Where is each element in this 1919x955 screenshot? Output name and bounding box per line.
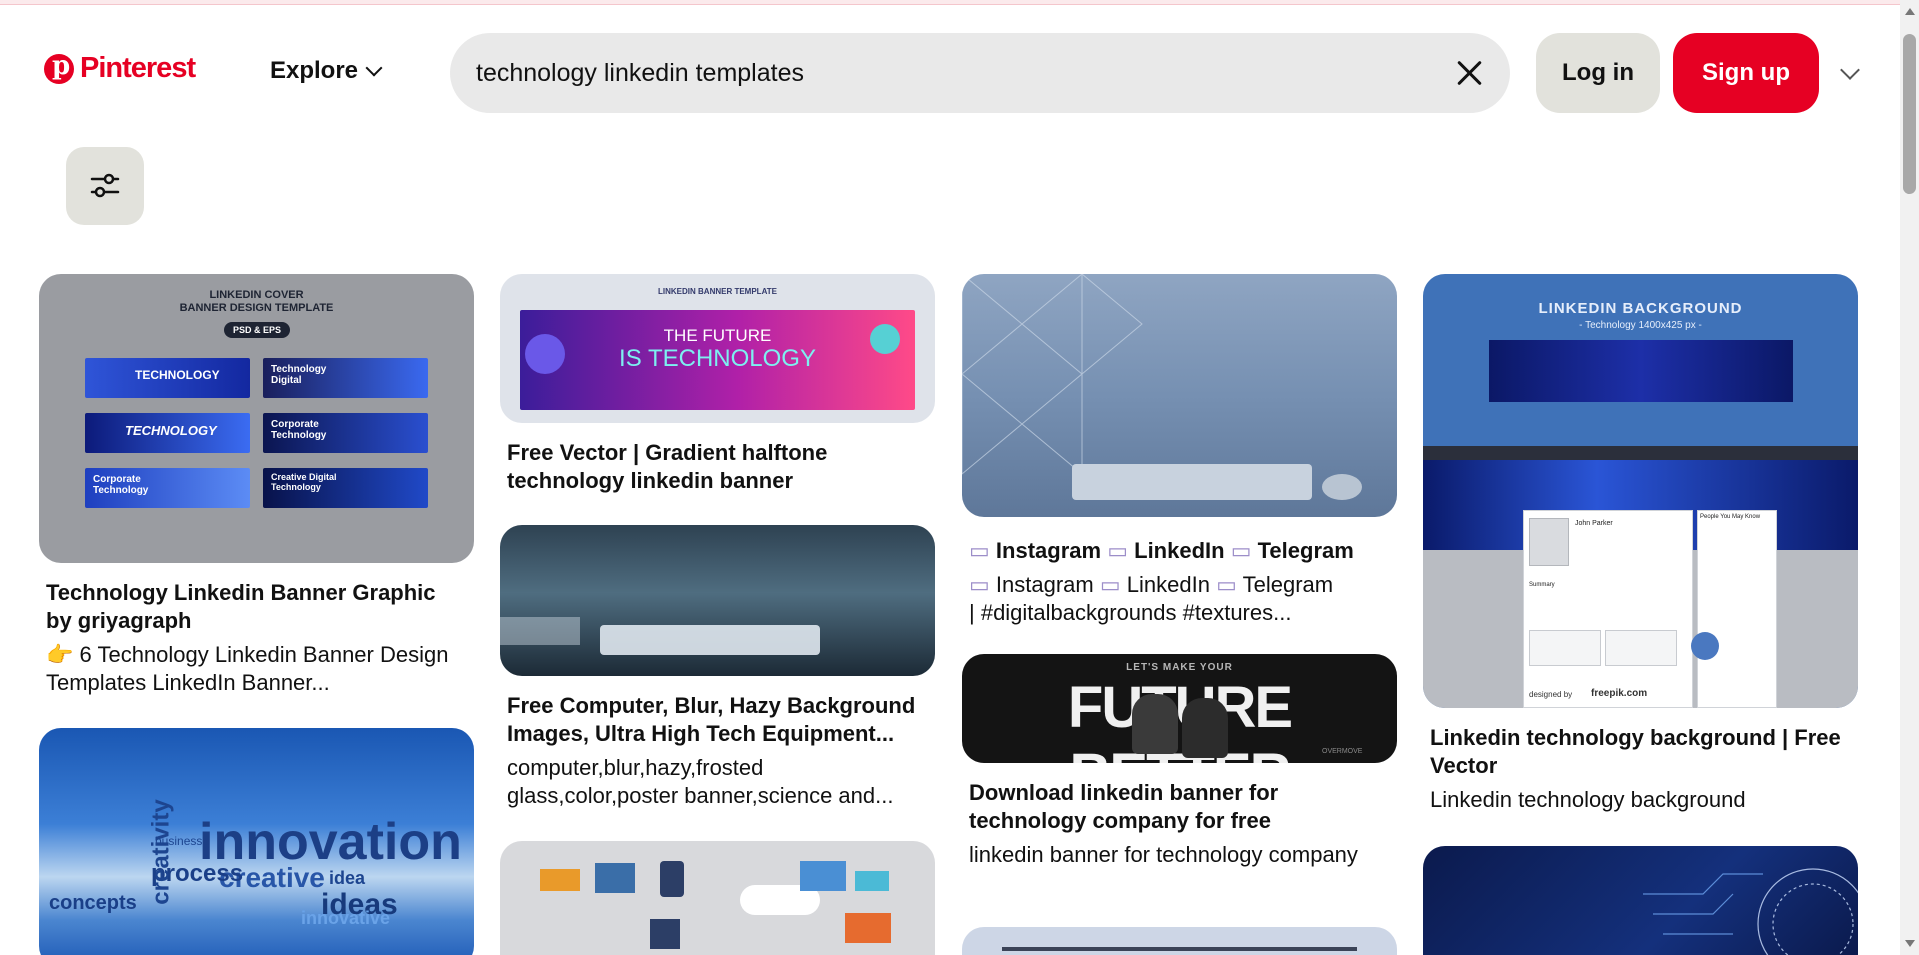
pin-title[interactable]: Free Vector | Gradient halftone technolo… [507, 439, 928, 495]
pin-card[interactable]: ▭ Instagram ▭ LinkedIn ▭ Telegram ▭ Inst… [962, 274, 1397, 627]
pin-title[interactable]: Download linkedin banner for technology … [969, 779, 1390, 835]
pin-description: computer,blur,hazy,frosted glass,color,p… [507, 754, 928, 810]
login-button[interactable]: Log in [1536, 33, 1660, 113]
pin-card[interactable] [962, 927, 1397, 955]
people-you-may-know: People You May Know [1700, 514, 1760, 520]
pin-card[interactable]: innovation creative ideas process concep… [39, 728, 474, 955]
pin-image[interactable] [500, 841, 935, 955]
pinterest-logo-icon [44, 54, 74, 84]
image-credit-brand: freepik.com [1591, 688, 1647, 699]
channel-telegram: Telegram [1258, 538, 1354, 563]
pin-card[interactable]: Free Computer, Blur, Hazy Background Ima… [500, 525, 935, 810]
image-heading: LINKEDIN BANNER TEMPLATE [500, 287, 935, 296]
pin-description: linkedin banner for technology company [969, 841, 1390, 869]
image-credit: designed by [1529, 690, 1572, 699]
brand-name: Pinterest [80, 52, 195, 85]
channel-instagram: Instagram [996, 572, 1094, 597]
pin-description: Linkedin technology background [1430, 786, 1851, 814]
image-line-2: IS TECHNOLOGY [500, 345, 935, 373]
image-small-text: LET'S MAKE YOUR [962, 662, 1397, 673]
pin-title[interactable]: Technology Linkedin Banner Graphic by gr… [46, 579, 467, 635]
image-subheading: - Technology 1400x425 px - [1423, 320, 1858, 331]
word-cloud-word: innovative [301, 908, 390, 929]
pinterest-logo[interactable]: Pinterest [44, 52, 195, 85]
pin-title[interactable]: Free Computer, Blur, Hazy Background Ima… [507, 692, 928, 748]
filter-sliders-icon [90, 173, 120, 199]
hashtags: | #digitalbackgrounds #textures... [969, 599, 1390, 627]
banner-label: Corporate Technology [271, 419, 351, 441]
banner-label: TECHNOLOGY [125, 423, 217, 438]
banner-label: Creative Digital Technology [271, 472, 351, 492]
pin-title-rich[interactable]: ▭ Instagram ▭ LinkedIn ▭ Telegram ▭ Inst… [969, 537, 1390, 627]
search-bar [450, 33, 1510, 113]
profile-summary: Summary [1529, 582, 1555, 588]
scrollbar[interactable] [1900, 0, 1919, 955]
signup-button[interactable]: Sign up [1673, 33, 1819, 113]
image-corner-text: OVERMOVE [1322, 748, 1362, 755]
scroll-up-arrow-icon[interactable] [1905, 8, 1915, 15]
word-cloud-word: concepts [49, 892, 137, 915]
word-cloud-word: idea [329, 868, 365, 889]
scrollbar-thumb[interactable] [1903, 34, 1916, 194]
channel-linkedin: LinkedIn [1134, 538, 1224, 563]
channel-linkedin: LinkedIn [1127, 572, 1210, 597]
filter-button[interactable] [66, 147, 144, 225]
explore-menu[interactable]: Explore [270, 57, 380, 85]
pin-image[interactable] [962, 274, 1397, 517]
pin-card[interactable]: LINKEDIN COVER BANNER DESIGN TEMPLATE PS… [39, 274, 474, 697]
pin-image[interactable]: LINKEDIN BACKGROUND - Technology 1400x42… [1423, 274, 1858, 708]
pin-description: 👉 6 Technology Linkedin Banner Design Te… [46, 641, 467, 697]
pin-title[interactable]: Linkedin technology background | Free Ve… [1430, 724, 1851, 780]
image-heading: LINKEDIN COVER BANNER DESIGN TEMPLATE [39, 289, 474, 315]
chevron-down-icon [366, 60, 383, 77]
word-cloud-word: creativity [148, 799, 176, 904]
top-rule [0, 0, 1900, 5]
pin-card[interactable]: LINKEDIN BANNER TEMPLATE THE FUTURE IS T… [500, 274, 935, 495]
pin-image[interactable] [500, 525, 935, 676]
explore-label: Explore [270, 57, 358, 85]
pin-card[interactable] [1423, 846, 1858, 955]
scroll-down-arrow-icon[interactable] [1905, 940, 1915, 947]
pin-image[interactable]: LINKEDIN COVER BANNER DESIGN TEMPLATE PS… [39, 274, 474, 563]
channel-telegram: Telegram [1243, 572, 1333, 597]
pin-image[interactable] [1423, 846, 1858, 955]
close-icon[interactable] [1456, 59, 1484, 87]
word-cloud-word: business [155, 834, 202, 848]
channel-line: ▭ Instagram ▭ LinkedIn ▭ Telegram [969, 571, 1390, 599]
pin-image[interactable] [962, 927, 1397, 955]
image-line-1: THE FUTURE [500, 326, 935, 346]
image-badge: PSD & EPS [224, 322, 290, 338]
image-heading: LINKEDIN BACKGROUND [1423, 300, 1858, 317]
banner-label: Technology Digital [271, 364, 341, 386]
chevron-down-icon[interactable] [1840, 60, 1860, 80]
banner-label: TECHNOLOGY [135, 368, 220, 382]
pin-image[interactable]: innovation creative ideas process concep… [39, 728, 474, 955]
channel-instagram: Instagram [996, 538, 1101, 563]
banner-label: Corporate Technology [93, 474, 173, 496]
pin-image[interactable]: LINKEDIN BANNER TEMPLATE THE FUTURE IS T… [500, 274, 935, 423]
pin-card[interactable]: LET'S MAKE YOUR FUTURE BETTER OVERMOVE D… [962, 654, 1397, 869]
pin-card[interactable]: LINKEDIN BACKGROUND - Technology 1400x42… [1423, 274, 1858, 814]
search-input[interactable] [476, 59, 1456, 88]
circuit-globe-icon [1643, 854, 1858, 955]
pin-image[interactable]: LET'S MAKE YOUR FUTURE BETTER OVERMOVE [962, 654, 1397, 763]
channel-line: ▭ Instagram ▭ LinkedIn ▭ Telegram [969, 537, 1390, 565]
pin-card[interactable] [500, 841, 935, 955]
profile-name: John Parker [1575, 520, 1613, 527]
